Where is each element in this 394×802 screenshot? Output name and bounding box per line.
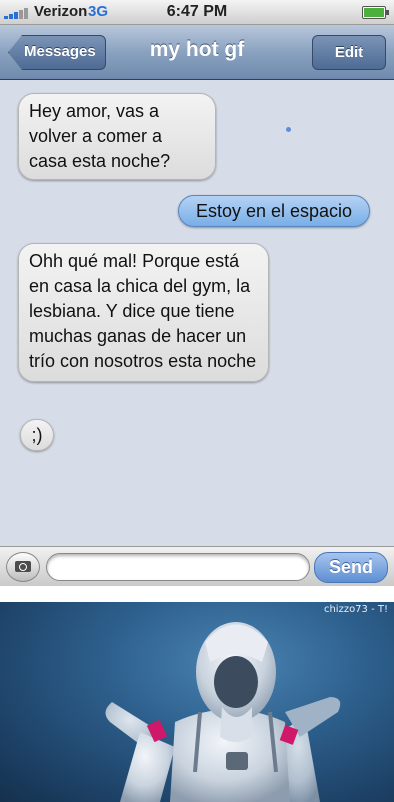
battery-level (364, 8, 384, 17)
message-text-field[interactable] (46, 553, 310, 581)
send-button[interactable]: Send (314, 552, 388, 583)
battery-icon (362, 6, 389, 19)
incoming-message: Ohh qué mal! Porque está en casa la chic… (18, 243, 269, 382)
blue-dot (286, 127, 291, 132)
astronaut-illustration (105, 622, 341, 802)
camera-icon[interactable] (6, 552, 40, 582)
message-input-bar: Send (0, 546, 394, 586)
edit-button[interactable]: Edit (312, 35, 386, 70)
incoming-message: ;) (20, 419, 54, 451)
photo-credit: chizzo73 - T! (323, 604, 388, 615)
divider (0, 586, 394, 602)
outgoing-message: Estoy en el espacio (178, 195, 370, 227)
messages-screen: Verizon 3G 6:47 PM Messages my hot gf Ed… (0, 0, 394, 586)
status-bar: Verizon 3G 6:47 PM (0, 0, 394, 25)
navigation-bar: Messages my hot gf Edit (0, 25, 394, 80)
status-time: 6:47 PM (166, 3, 228, 20)
incoming-message: Hey amor, vas a volver a comer a casa es… (18, 93, 216, 180)
astronaut-freefall-photo: chizzo73 - T! (0, 602, 394, 802)
